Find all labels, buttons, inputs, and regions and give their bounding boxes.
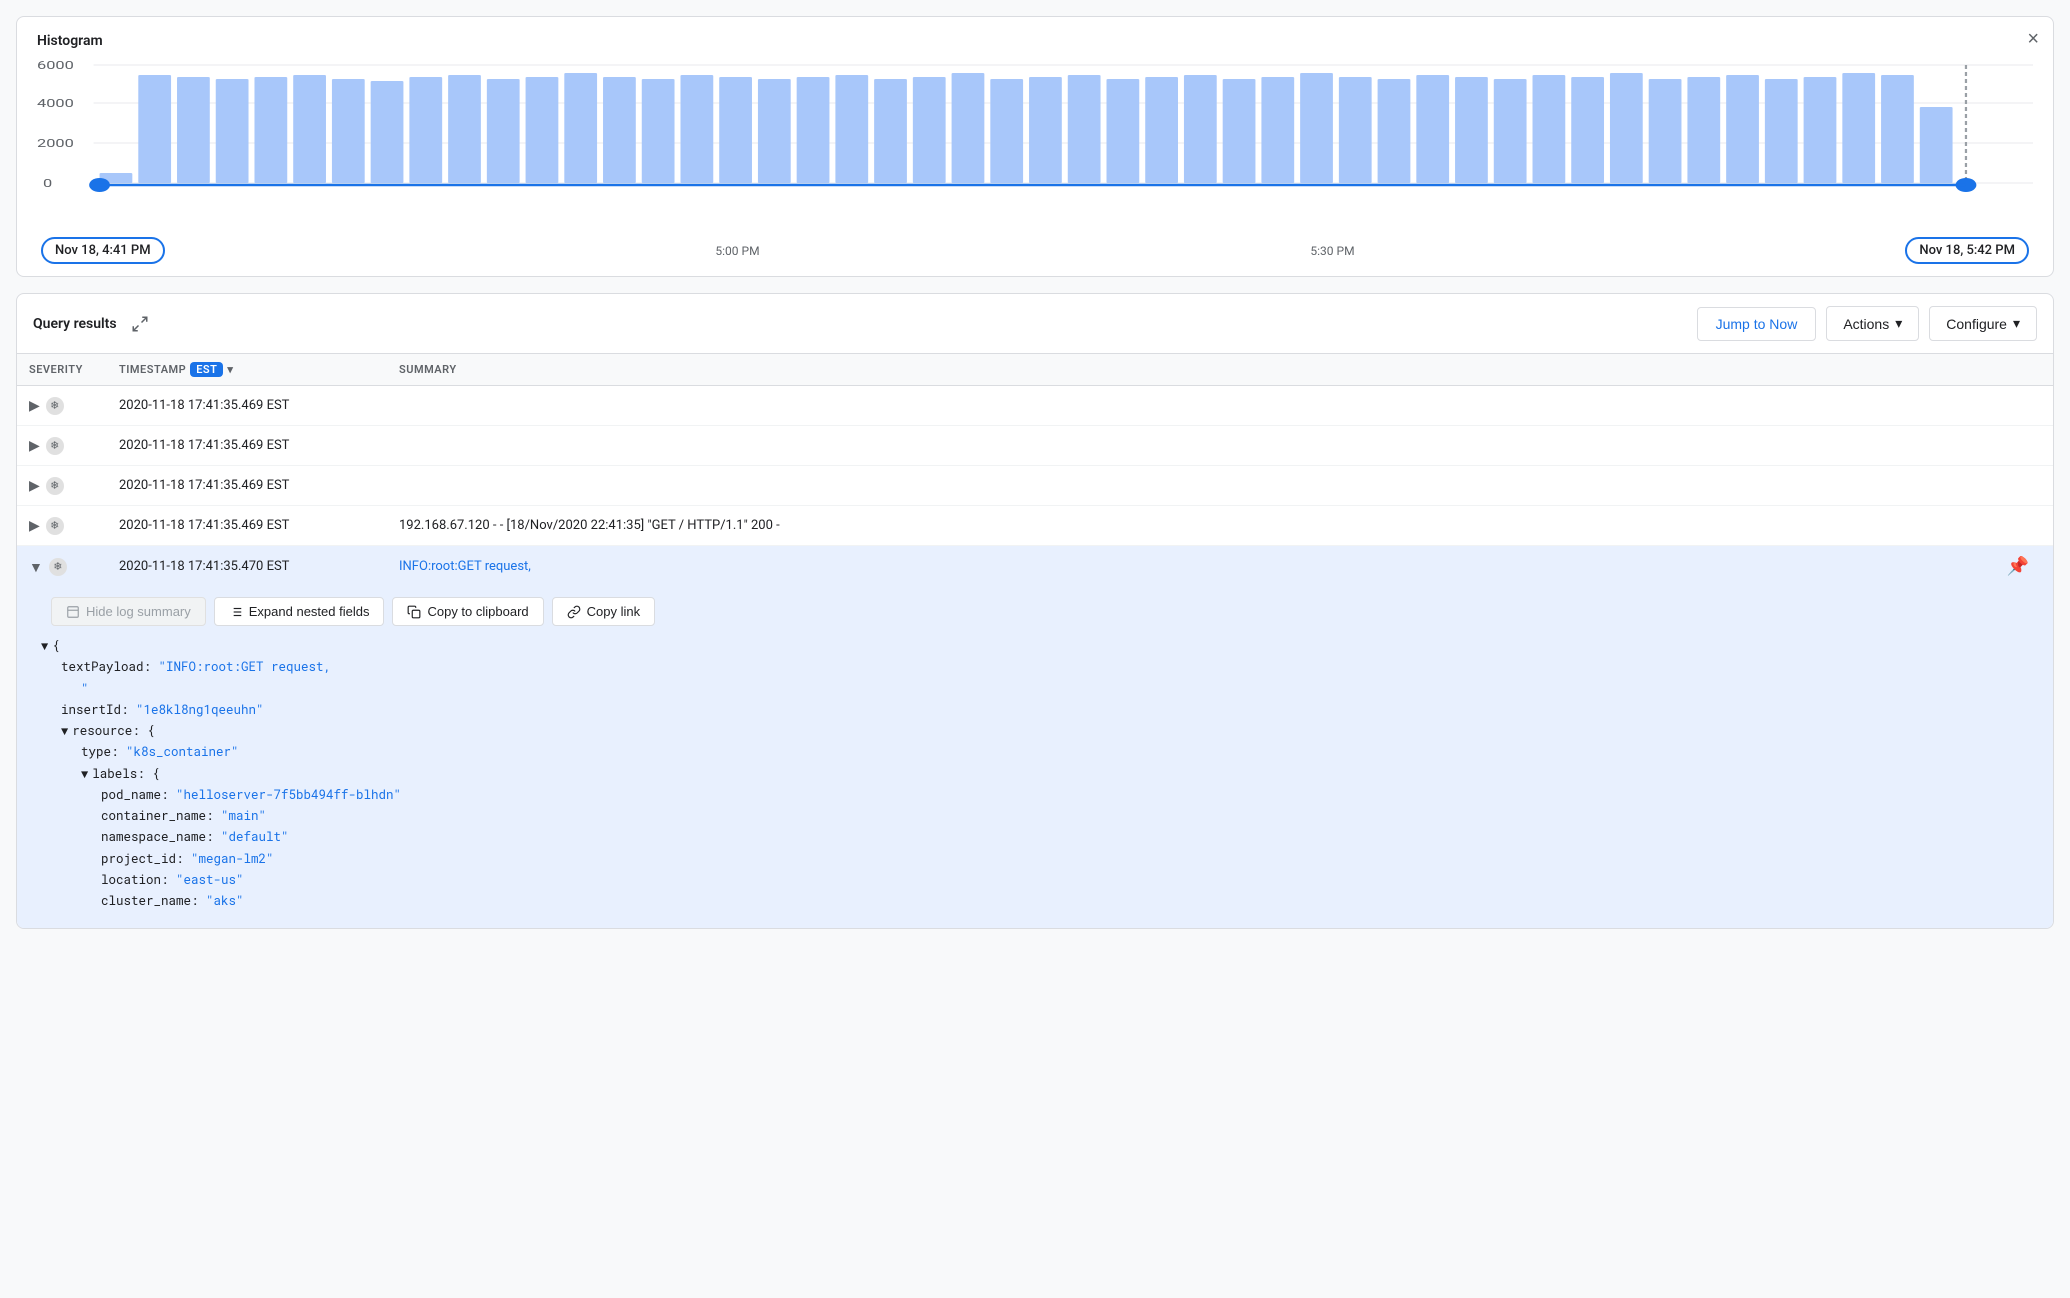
copy-to-clipboard-button[interactable]: Copy to clipboard xyxy=(392,597,543,626)
row4-expand-button[interactable]: ▶ xyxy=(29,517,40,534)
row1-severity-icon: ❄ xyxy=(46,397,64,415)
row2-expand-button[interactable]: ▶ xyxy=(29,437,40,454)
copy-link-icon xyxy=(567,605,581,619)
row2-summary xyxy=(387,436,2053,456)
table-row: ▶ ❄ 2020-11-18 17:41:35.469 EST xyxy=(17,466,2053,506)
row1-summary xyxy=(387,396,2053,416)
hide-log-summary-button[interactable]: Hide log summary xyxy=(51,597,206,626)
row5-severity-icon: ❄ xyxy=(49,558,67,576)
time-label-530: 5:30 PM xyxy=(1310,244,1354,258)
actions-button[interactable]: Actions ▾ xyxy=(1826,306,1919,341)
svg-text:0: 0 xyxy=(43,178,52,191)
table-row-expanded: ▼ ❄ 2020-11-18 17:41:35.470 EST INFO:roo… xyxy=(17,546,2053,587)
hide-summary-icon xyxy=(66,605,80,619)
end-time-badge: Nov 18, 5:42 PM xyxy=(1905,237,2029,264)
row4-severity-icon: ❄ xyxy=(46,517,64,535)
log-payload: ▼{ textPayload: "INFO:root:GET request, … xyxy=(41,636,2029,912)
row1-expand-button[interactable]: ▶ xyxy=(29,397,40,414)
row1-severity: ▶ ❄ xyxy=(17,387,107,425)
row1-timestamp: 2020-11-18 17:41:35.469 EST xyxy=(107,388,387,423)
svg-text:6000: 6000 xyxy=(37,60,74,73)
row5-timestamp: 2020-11-18 17:41:35.470 EST xyxy=(107,549,387,584)
table-header: SEVERITY TIMESTAMP EST ▾ SUMMARY xyxy=(17,354,2053,386)
histogram-title: Histogram xyxy=(37,33,2033,49)
column-header-timestamp: TIMESTAMP EST ▾ xyxy=(107,362,387,377)
close-button[interactable]: × xyxy=(2027,29,2039,49)
query-results-panel: Query results Jump to Now Actions ▾ Conf… xyxy=(16,293,2054,929)
column-header-severity: SEVERITY xyxy=(17,362,107,377)
row4-summary: 192.168.67.120 - - [18/Nov/2020 22:41:35… xyxy=(387,508,2053,543)
expand-nested-button[interactable]: Expand nested fields xyxy=(214,597,385,626)
row3-timestamp: 2020-11-18 17:41:35.469 EST xyxy=(107,468,387,503)
row2-severity-icon: ❄ xyxy=(46,437,64,455)
row5-summary: INFO:root:GET request, 📌 xyxy=(387,546,2053,587)
timezone-dropdown-icon: ▾ xyxy=(227,363,233,376)
svg-text:2000: 2000 xyxy=(37,138,74,151)
row3-summary xyxy=(387,476,2053,496)
expand-panel-button[interactable] xyxy=(127,313,153,335)
row4-timestamp: 2020-11-18 17:41:35.469 EST xyxy=(107,508,387,543)
row2-timestamp: 2020-11-18 17:41:35.469 EST xyxy=(107,428,387,463)
svg-text:4000: 4000 xyxy=(37,98,74,111)
row5-summary-text: INFO:root:GET request, xyxy=(399,559,531,574)
table-row: ▶ ❄ 2020-11-18 17:41:35.469 EST xyxy=(17,386,2053,426)
row5-severity: ▼ ❄ xyxy=(17,548,107,586)
jump-to-now-button[interactable]: Jump to Now xyxy=(1697,307,1817,341)
row3-severity-icon: ❄ xyxy=(46,477,64,495)
table-row: ▶ ❄ 2020-11-18 17:41:35.469 EST 192.168.… xyxy=(17,506,2053,546)
row3-severity: ▶ ❄ xyxy=(17,467,107,505)
row4-severity: ▶ ❄ xyxy=(17,507,107,545)
column-header-summary: SUMMARY xyxy=(387,362,2053,377)
actions-chevron-icon: ▾ xyxy=(1895,315,1902,332)
histogram-time-axis: Nov 18, 4:41 PM 5:00 PM 5:30 PM Nov 18, … xyxy=(37,237,2033,264)
results-header: Query results Jump to Now Actions ▾ Conf… xyxy=(17,294,2053,354)
histogram-panel: Histogram × 6000 4000 2000 0 xyxy=(16,16,2054,277)
timezone-badge[interactable]: EST xyxy=(190,362,223,377)
histogram-chart: 6000 4000 2000 0 xyxy=(37,57,2033,227)
row5-collapse-button[interactable]: ▼ xyxy=(29,559,43,575)
row2-severity: ▶ ❄ xyxy=(17,427,107,465)
copy-link-button[interactable]: Copy link xyxy=(552,597,655,626)
start-time-badge: Nov 18, 4:41 PM xyxy=(41,237,165,264)
pin-icon: 📌 xyxy=(2007,556,2041,577)
configure-chevron-icon: ▾ xyxy=(2013,315,2020,332)
log-toolbar: Hide log summary Expand nested fields Co… xyxy=(41,597,2029,626)
table-row: ▶ ❄ 2020-11-18 17:41:35.469 EST xyxy=(17,426,2053,466)
row3-expand-button[interactable]: ▶ xyxy=(29,477,40,494)
expand-icon xyxy=(131,315,149,333)
copy-clipboard-icon xyxy=(407,605,421,619)
configure-button[interactable]: Configure ▾ xyxy=(1929,306,2037,341)
time-label-500: 5:00 PM xyxy=(715,244,759,258)
expand-nested-icon xyxy=(229,605,243,619)
log-detail-panel: Hide log summary Expand nested fields Co… xyxy=(17,587,2053,928)
results-title: Query results xyxy=(33,316,117,332)
